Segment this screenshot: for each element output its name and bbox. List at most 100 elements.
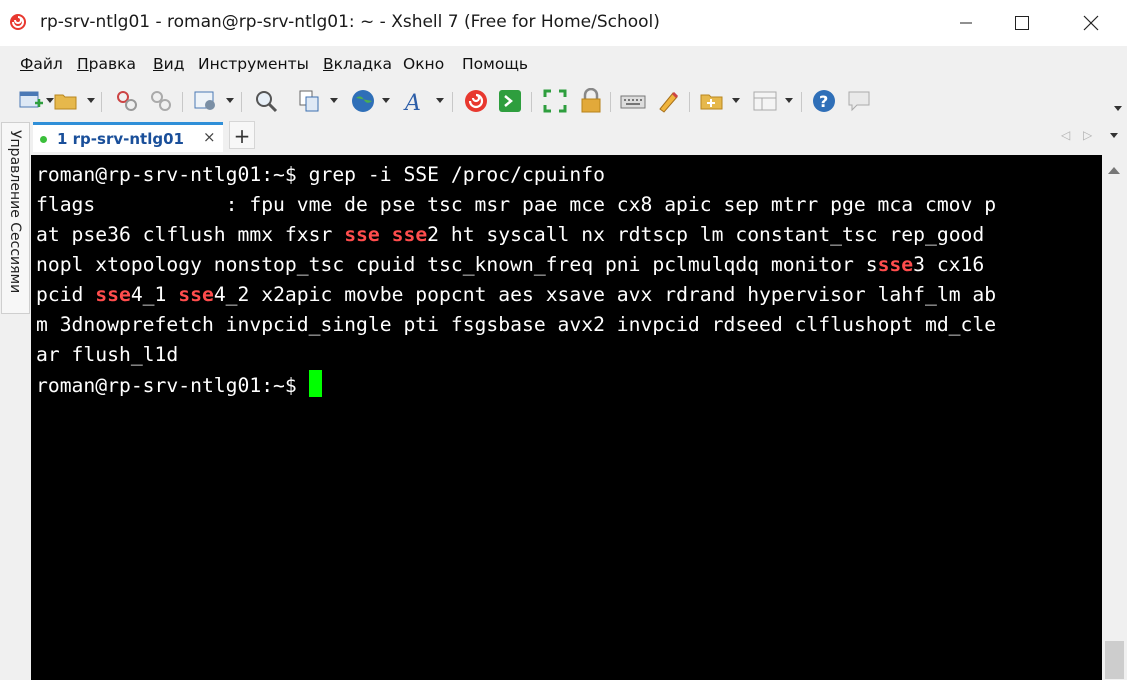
copy-paste-button[interactable] (296, 88, 322, 114)
terminal-output-line: nopl xtopology nonstop_tsc cpuid tsc_kno… (36, 250, 984, 280)
reconnect-button[interactable] (148, 88, 174, 114)
copy-paste-icon (299, 90, 319, 112)
match-highlight: sse (391, 223, 428, 246)
menu-edit[interactable]: Правка (77, 55, 136, 73)
find-button[interactable] (253, 88, 279, 114)
tab-close-icon[interactable]: × (203, 128, 216, 146)
tab-scroll-right-icon[interactable]: ▷ (1083, 128, 1092, 142)
terminal-prompt: roman@rp-srv-ntlg01:~$ (36, 374, 309, 397)
disconnect-button[interactable] (114, 88, 140, 114)
highlight-icon (659, 91, 679, 113)
terminal-prompt-line: roman@rp-srv-ntlg01:~$ (36, 370, 322, 400)
tab-list-icon[interactable] (1110, 133, 1118, 138)
fullscreen-button[interactable] (542, 88, 568, 114)
reconnect-icon (151, 91, 171, 111)
output-text: pcid (36, 283, 96, 306)
terminal-scrollbar[interactable] (1102, 155, 1127, 680)
toolbar-overflow-icon[interactable] (1114, 106, 1122, 111)
output-text: m 3dnowprefetch invpcid_single pti fsgsb… (36, 313, 997, 336)
toolbar: A ? (0, 82, 1127, 120)
keyboard-button[interactable] (620, 88, 646, 114)
maximize-icon (1015, 16, 1029, 30)
menu-help[interactable]: Помощь (462, 55, 528, 73)
maximize-button[interactable] (999, 0, 1045, 46)
menu-bar: Файл Правка Вид Инструменты Вкладка Окно… (0, 46, 1127, 80)
terminal-output-line: pcid sse4_1 sse4_2 x2apic movbe popcnt a… (36, 280, 996, 310)
globe-icon (352, 90, 374, 112)
minimize-button[interactable] (943, 0, 989, 46)
chat-button[interactable] (846, 88, 872, 114)
menu-tools[interactable]: Инструменты (198, 55, 309, 73)
svg-text:A: A (403, 91, 421, 114)
fullscreen-icon (543, 89, 567, 113)
xftp-icon (465, 90, 487, 112)
output-text: at pse36 clflush mmx fxsr (36, 223, 345, 246)
title-bar[interactable]: rp-srv-ntlg01 - roman@rp-srv-ntlg01: ~ -… (0, 0, 1127, 46)
sessions-manager-tab[interactable]: Управление Сессиями (1, 122, 30, 314)
match-highlight: sse (877, 253, 914, 276)
output-text: flags : fpu vme de pse tsc msr pae mce c… (36, 193, 997, 216)
terminal-command-line: roman@rp-srv-ntlg01:~$ grep -i SSE /proc… (36, 160, 605, 190)
output-text: 2 ht syscall nx rdtscp lm constant_tsc r… (427, 223, 985, 246)
output-text: 4_1 (130, 283, 179, 306)
session-tab-label: 1 rp-srv-ntlg01 (57, 130, 184, 148)
output-text: ar flush_l1d (36, 343, 179, 366)
terminal-prompt: roman@rp-srv-ntlg01:~$ (36, 163, 309, 186)
new-tab-icon (700, 94, 723, 110)
output-text: 4_2 x2apic movbe popcnt aes xsave avx rd… (213, 283, 997, 306)
match-highlight: sse (95, 283, 131, 306)
disconnect-icon (117, 91, 137, 111)
highlight-button[interactable] (655, 88, 681, 114)
chat-icon (848, 91, 870, 112)
output-text: 3 cx16 (913, 253, 985, 276)
properties-button[interactable] (193, 88, 219, 114)
open-session-button[interactable] (53, 88, 79, 114)
new-session-button[interactable] (18, 88, 44, 114)
terminal-output-line: flags : fpu vme de pse tsc msr pae mce c… (36, 190, 996, 220)
terminal-output-line: ar flush_l1d (36, 340, 178, 370)
terminal-view[interactable]: roman@rp-srv-ntlg01:~$ grep -i SSE /proc… (31, 155, 1102, 680)
help-icon: ? (813, 90, 835, 112)
font-button[interactable]: A (403, 88, 429, 114)
terminal-output-line: m 3dnowprefetch invpcid_single pti fsgsb… (36, 310, 996, 340)
new-session-icon (19, 91, 43, 108)
close-icon (1083, 15, 1099, 31)
terminal-command: grep -i SSE /proc/cpuinfo (308, 163, 605, 186)
terminal-output-line: at pse36 clflush mmx fxsr sse sse2 ht sy… (36, 220, 984, 250)
menu-file[interactable]: Файл (20, 55, 63, 73)
lock-icon (581, 88, 601, 113)
close-button[interactable] (1068, 0, 1114, 46)
match-highlight: sse (178, 283, 214, 306)
menu-tab[interactable]: Вкладка (323, 55, 392, 73)
layout-icon (753, 91, 777, 111)
find-icon (256, 91, 278, 113)
tab-scroll-left-icon[interactable]: ◁ (1061, 128, 1070, 142)
sessions-manager-label: Управление Сессиями (7, 130, 23, 294)
new-tab-button[interactable] (699, 88, 725, 114)
globe-button[interactable] (350, 88, 376, 114)
scroll-thumb[interactable] (1105, 641, 1124, 679)
xftp-button[interactable] (463, 88, 489, 114)
xshell-logo-icon (10, 14, 26, 30)
terminal-cursor (308, 370, 322, 397)
help-button[interactable]: ? (811, 88, 837, 114)
session-tab[interactable]: 1 rp-srv-ntlg01 × (33, 122, 223, 152)
font-icon: A (403, 91, 421, 114)
keyboard-icon (620, 95, 646, 109)
scroll-up-icon[interactable] (1108, 167, 1120, 174)
tab-bar: 1 rp-srv-ntlg01 × + ◁ ▷ (31, 120, 1127, 152)
layout-button[interactable] (752, 88, 778, 114)
side-panel: Управление Сессиями (0, 120, 31, 680)
add-tab-button[interactable]: + (229, 121, 255, 149)
match-highlight: sse (344, 223, 380, 246)
window-title: rp-srv-ntlg01 - roman@rp-srv-ntlg01: ~ -… (40, 12, 660, 32)
lock-button[interactable] (578, 88, 604, 114)
xshell-button[interactable] (497, 88, 523, 114)
properties-icon (194, 91, 215, 110)
xshell-icon (499, 90, 521, 112)
menu-view[interactable]: Вид (153, 55, 184, 73)
connected-status-icon (40, 136, 47, 143)
output-text: nopl xtopology nonstop_tsc cpuid tsc_kno… (36, 253, 878, 276)
menu-window[interactable]: Окно (403, 55, 444, 73)
